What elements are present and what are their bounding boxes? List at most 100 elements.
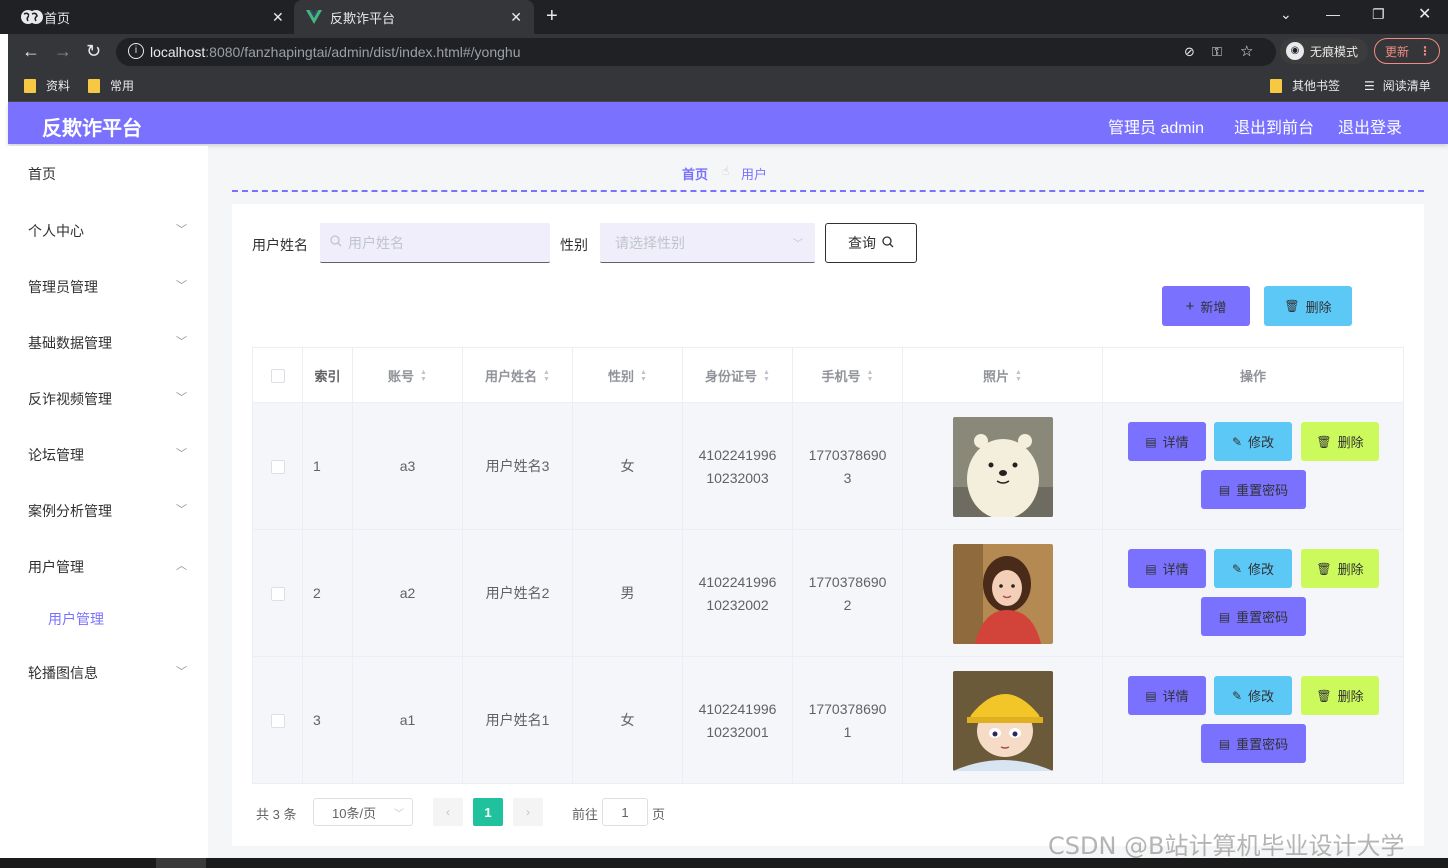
- reload-icon[interactable]: ↻: [86, 41, 101, 62]
- chevron-right-icon: ›: [526, 805, 530, 819]
- watermark: CSDN @B站计算机毕业设计大学: [1048, 832, 1405, 860]
- sort-icon[interactable]: ▲ ▼: [543, 369, 550, 383]
- trash-icon: 🗑: [1284, 299, 1300, 313]
- col-photo[interactable]: 照片 ▲ ▼: [903, 348, 1103, 403]
- blocked-icon[interactable]: ⊘: [1184, 44, 1195, 60]
- reset-password-button[interactable]: ▤ 重置密码: [1201, 597, 1306, 636]
- user-photo-anime-boy[interactable]: [952, 670, 1053, 771]
- query-button[interactable]: 查询: [825, 223, 917, 263]
- key-icon[interactable]: ⚿: [1212, 44, 1222, 60]
- front-link[interactable]: 退出到前台: [1234, 114, 1314, 138]
- sidebar-item-profile[interactable]: 个人中心: [28, 221, 84, 241]
- bookmarks-bar: 资料 常用 其他书签 ☰ 阅读清单: [8, 68, 1448, 102]
- add-button[interactable]: + 新增: [1162, 286, 1250, 326]
- restore-icon[interactable]: ❐: [1372, 6, 1385, 23]
- row-select-cell: [253, 657, 303, 784]
- col-phone[interactable]: 手机号 ▲ ▼: [793, 348, 903, 403]
- cell-photo: [903, 530, 1103, 657]
- other-bookmarks[interactable]: 其他书签: [1270, 77, 1340, 94]
- page-size-select[interactable]: 10条/页 ﹀: [313, 798, 413, 826]
- chevron-down-icon: ﹀: [394, 809, 404, 820]
- user-photo-polar-bear[interactable]: [952, 416, 1053, 517]
- sidebar-subitem-users[interactable]: 用户管理: [48, 609, 104, 629]
- app-header: 反欺诈平台 管理员 admin 退出到前台 退出登录: [8, 102, 1448, 144]
- trash-icon: 🗑: [1316, 561, 1332, 576]
- incognito-icon: ◉: [1286, 42, 1304, 60]
- cell-account: a1: [353, 657, 463, 784]
- new-tab-icon[interactable]: +: [546, 5, 558, 28]
- sort-icon[interactable]: ▲ ▼: [867, 369, 874, 383]
- prev-page-button[interactable]: ‹: [433, 798, 463, 826]
- row-checkbox[interactable]: [270, 459, 285, 474]
- sidebar-item-home[interactable]: 首页: [28, 164, 56, 184]
- detail-button[interactable]: ▤ 详情: [1128, 422, 1206, 461]
- detail-button[interactable]: ▤ 详情: [1128, 676, 1206, 715]
- back-icon[interactable]: ←: [22, 41, 40, 62]
- chevron-up-icon: ︿: [176, 560, 187, 572]
- cell-phone: 1770378690 1: [793, 657, 903, 784]
- table-header: 索引 账号 ▲ ▼ 用户姓名 ▲ ▼ 性别 ▲ ▼ 身份证号 ▲ ▼ 手机号 ▲ ▼ 照片 ▲ ▼ 操作: [253, 348, 1403, 403]
- address-bar: ← → ↻ i localhost:8080/fanzhapingtai/adm…: [8, 34, 1448, 68]
- chevron-down-icon: ﹀: [176, 448, 187, 460]
- row-checkbox[interactable]: [270, 586, 285, 601]
- delete-button[interactable]: 🗑 删除: [1301, 422, 1379, 461]
- url-input[interactable]: i localhost:8080/fanzhapingtai/admin/dis…: [116, 38, 1276, 66]
- page-number-current[interactable]: 1: [473, 798, 503, 826]
- breadcrumb-home[interactable]: 首页: [682, 164, 708, 183]
- next-page-button[interactable]: ›: [513, 798, 543, 826]
- delete-button[interactable]: 🗑 删除: [1301, 549, 1379, 588]
- edit-button[interactable]: ✎ 修改: [1214, 676, 1292, 715]
- star-icon[interactable]: ☆: [1240, 42, 1253, 60]
- sidebar-item-users[interactable]: 用户管理: [28, 557, 84, 577]
- cell-name: 用户姓名1: [463, 657, 573, 784]
- goto-page-input[interactable]: 1: [602, 798, 648, 826]
- logout-link[interactable]: 退出登录: [1338, 114, 1402, 138]
- globe-icon: [28, 9, 44, 28]
- bookmark-folder[interactable]: 常用: [88, 77, 134, 94]
- bookmark-folder[interactable]: 资料: [24, 77, 70, 94]
- info-icon[interactable]: i: [128, 43, 144, 59]
- url-text: localhost:8080/fanzhapingtai/admin/dist/…: [150, 44, 521, 60]
- sidebar-item-basic-data[interactable]: 基础数据管理: [28, 333, 112, 353]
- reading-list[interactable]: ☰ 阅读清单: [1364, 77, 1431, 94]
- browser-tab-active[interactable]: 反欺诈平台 ✕: [294, 0, 534, 34]
- sidebar-item-admins[interactable]: 管理员管理: [28, 277, 98, 297]
- edit-button[interactable]: ✎ 修改: [1214, 549, 1292, 588]
- close-tab-icon[interactable]: ✕: [272, 9, 284, 26]
- col-id-number[interactable]: 身份证号 ▲ ▼: [683, 348, 793, 403]
- reset-password-button[interactable]: ▤ 重置密码: [1201, 470, 1306, 509]
- cell-index: 2: [303, 530, 353, 657]
- chevron-down-icon: ﹀: [176, 336, 187, 348]
- close-window-icon[interactable]: ✕: [1418, 4, 1431, 24]
- batch-delete-button[interactable]: 🗑 删除: [1264, 286, 1352, 326]
- col-gender[interactable]: 性别 ▲ ▼: [573, 348, 683, 403]
- update-button[interactable]: 更新 ⋮: [1374, 38, 1440, 64]
- browser-tab-home[interactable]: 首页: [8, 0, 292, 34]
- sort-icon[interactable]: ▲ ▼: [420, 369, 427, 383]
- col-name[interactable]: 用户姓名 ▲ ▼: [463, 348, 573, 403]
- sort-icon[interactable]: ▲ ▼: [763, 369, 770, 383]
- sort-icon[interactable]: ▲ ▼: [640, 369, 647, 383]
- close-tab-icon[interactable]: ✕: [510, 9, 522, 26]
- sidebar-item-carousel[interactable]: 轮播图信息: [28, 663, 98, 683]
- edit-button[interactable]: ✎ 修改: [1214, 422, 1292, 461]
- sidebar-item-videos[interactable]: 反诈视频管理: [28, 389, 112, 409]
- select-all-checkbox[interactable]: [270, 368, 285, 383]
- delete-button[interactable]: 🗑 删除: [1301, 676, 1379, 715]
- name-search-input[interactable]: 用户姓名: [320, 223, 550, 263]
- user-table: 索引 账号 ▲ ▼ 用户姓名 ▲ ▼ 性别 ▲ ▼ 身份证号 ▲ ▼ 手机号 ▲ ▼ 照片 ▲ ▼ 操作…: [252, 347, 1404, 784]
- sidebar-item-cases[interactable]: 案例分析管理: [28, 501, 112, 521]
- reset-password-button[interactable]: ▤ 重置密码: [1201, 724, 1306, 763]
- row-checkbox[interactable]: [270, 713, 285, 728]
- tab-search-icon[interactable]: ⌄: [1280, 6, 1292, 23]
- minimize-icon[interactable]: —: [1326, 6, 1340, 22]
- user-photo-girl[interactable]: [952, 543, 1053, 644]
- detail-button[interactable]: ▤ 详情: [1128, 549, 1206, 588]
- taskbar-active-app[interactable]: [156, 858, 206, 868]
- sort-icon[interactable]: ▲ ▼: [1015, 369, 1022, 383]
- forward-icon[interactable]: →: [54, 41, 72, 62]
- incognito-badge[interactable]: ◉ 无痕模式: [1280, 38, 1368, 64]
- sidebar-item-forum[interactable]: 论坛管理: [28, 445, 84, 465]
- col-account[interactable]: 账号 ▲ ▼: [353, 348, 463, 403]
- gender-select[interactable]: 请选择性别 ﹀: [600, 223, 815, 263]
